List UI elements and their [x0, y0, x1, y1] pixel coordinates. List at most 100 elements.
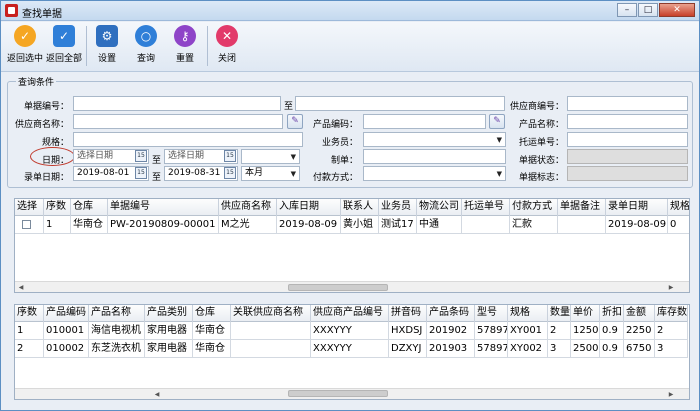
details-table-row[interactable]: 2 010002 东芝洗衣机 家用电器 华南仓 XXXYYY DZXYJ 201903 5789…: [15, 340, 688, 358]
details-table-cell: XY002: [508, 340, 548, 358]
calendar-icon[interactable]: 15: [135, 150, 147, 162]
receipts-column-header[interactable]: 选择: [15, 199, 44, 216]
chevron-down-icon: ▼: [290, 170, 296, 178]
maker-input[interactable]: [363, 149, 506, 164]
receipts-column-header[interactable]: 规格: [668, 199, 689, 216]
calendar-icon[interactable]: 15: [224, 167, 236, 179]
close-button[interactable]: ✕ 关闭: [207, 25, 247, 64]
calendar-icon[interactable]: 15: [135, 167, 147, 179]
entry-date-range-separator: 至: [152, 173, 162, 183]
entry-date-to-picker[interactable]: 2019-08-31 15: [164, 166, 238, 181]
details-column-header[interactable]: 仓库: [193, 305, 231, 322]
receipts-column-header[interactable]: 序数: [44, 199, 71, 216]
details-table-cell: XY001: [508, 322, 548, 340]
details-table-cell: DZXYJ: [389, 340, 427, 358]
details-table-cell: 1250: [571, 322, 600, 340]
date-from-picker[interactable]: 选择日期 15: [73, 149, 149, 164]
shipping-no-input[interactable]: [567, 132, 688, 147]
details-column-header[interactable]: 关联供应商名称: [231, 305, 311, 322]
details-table-cell: XXXYYY: [311, 322, 389, 340]
details-column-header[interactable]: 折扣: [600, 305, 624, 322]
details-column-header[interactable]: 产品编码: [44, 305, 89, 322]
receipts-table-cell: 0: [668, 216, 689, 234]
details-column-header[interactable]: 产品条码: [427, 305, 475, 322]
settings-label: 设置: [97, 54, 116, 64]
details-table-cell: 1: [15, 322, 44, 340]
details-column-header[interactable]: 规格: [508, 305, 548, 322]
close-window-button[interactable]: ✕: [659, 3, 695, 17]
receipts-column-header[interactable]: 单据编号: [108, 199, 219, 216]
product-name-input[interactable]: [567, 114, 688, 129]
receipts-scroll-thumb[interactable]: [288, 284, 388, 291]
receipts-column-header[interactable]: 供应商名称: [219, 199, 277, 216]
row-select-checkbox[interactable]: [22, 220, 31, 229]
details-column-header[interactable]: 产品类别: [145, 305, 193, 322]
supplier-picker-button[interactable]: ✎: [287, 114, 303, 129]
receipts-table-cell: 中通: [417, 216, 462, 234]
receipts-column-header[interactable]: 入库日期: [277, 199, 341, 216]
receipts-table-cell: 2019-08-09: [606, 216, 668, 234]
date-to-placeholder: 选择日期: [168, 151, 205, 161]
date-from-placeholder: 选择日期: [77, 151, 114, 161]
details-column-header[interactable]: 单价: [571, 305, 600, 322]
supplier-no-input[interactable]: [567, 96, 688, 111]
receipt-flag-select[interactable]: [567, 166, 688, 181]
receipt-no-from-input[interactable]: [73, 96, 281, 111]
chevron-down-icon: ▼: [290, 153, 296, 161]
details-column-header[interactable]: 供应商产品编号: [311, 305, 389, 322]
receipts-column-header[interactable]: 录单日期: [606, 199, 668, 216]
details-table-cell: 3: [655, 340, 688, 358]
receipts-column-header[interactable]: 仓库: [71, 199, 108, 216]
receipt-flag-label: 单据标志：: [518, 173, 564, 183]
check-square-icon: ✓: [53, 25, 75, 47]
product-picker-button[interactable]: ✎: [489, 114, 505, 129]
receipts-column-header[interactable]: 托运单号: [462, 199, 510, 216]
receipts-column-header[interactable]: 物流公司: [417, 199, 462, 216]
details-column-header[interactable]: 数量: [548, 305, 571, 322]
receipt-status-select[interactable]: [567, 149, 688, 164]
details-column-header[interactable]: 序数: [15, 305, 44, 322]
scroll-right-icon[interactable]: ▶: [667, 391, 675, 399]
receipts-column-header[interactable]: 单据备注: [558, 199, 606, 216]
details-column-header[interactable]: 库存数: [655, 305, 688, 322]
query-conditions-legend: 查询条件: [16, 75, 57, 88]
scroll-left-icon[interactable]: ◀: [153, 391, 161, 399]
details-column-header[interactable]: 金额: [624, 305, 655, 322]
receipts-table-cell: [558, 216, 606, 234]
details-table-row[interactable]: 1 010001 海信电视机 家用电器 华南仓 XXXYYY HXDSJ 201902 5789…: [15, 322, 688, 340]
details-table-cell: 010001: [44, 322, 89, 340]
receipt-no-to-input[interactable]: [295, 96, 505, 111]
receipts-table-cell: [462, 216, 510, 234]
details-scroll-thumb[interactable]: [288, 390, 388, 397]
query-button[interactable]: ○ 查询: [126, 25, 166, 64]
details-table-cell: 2500: [571, 340, 600, 358]
date-to-picker[interactable]: 选择日期 15: [164, 149, 238, 164]
details-column-header[interactable]: 型号: [475, 305, 508, 322]
entry-date-from-picker[interactable]: 2019-08-01 15: [73, 166, 149, 181]
receipts-column-header[interactable]: 付款方式: [510, 199, 558, 216]
salesperson-select[interactable]: ▼: [363, 132, 506, 147]
payment-method-select[interactable]: ▼: [363, 166, 506, 181]
settings-button[interactable]: ⚙ 设置: [87, 25, 127, 64]
reset-button[interactable]: ⚷ 重置: [165, 25, 205, 64]
product-code-input[interactable]: [363, 114, 486, 129]
details-column-header[interactable]: 产品名称: [89, 305, 145, 322]
spec-input[interactable]: [73, 132, 303, 147]
return-selected-button[interactable]: ✓ 返回选中: [5, 25, 45, 64]
maximize-button[interactable]: □: [638, 3, 658, 17]
entry-date-preset-select[interactable]: 本月 ▼: [241, 166, 300, 181]
details-table-cell: 家用电器: [145, 340, 193, 358]
scroll-left-icon[interactable]: ◀: [17, 284, 25, 292]
details-table-cell: 6750: [624, 340, 655, 358]
supplier-name-input[interactable]: [73, 114, 283, 129]
details-column-header[interactable]: 拼音码: [389, 305, 427, 322]
minimize-button[interactable]: –: [617, 3, 637, 17]
receipts-table-cell: PW-20190809-00001: [108, 216, 219, 234]
return-all-button[interactable]: ✓ 返回全部: [44, 25, 84, 64]
date-preset-select[interactable]: ▼: [241, 149, 300, 164]
scroll-right-icon[interactable]: ▶: [667, 284, 675, 292]
calendar-icon[interactable]: 15: [224, 150, 236, 162]
receipts-table-row[interactable]: 1 华南仓 PW-20190809-00001 M之光 2019-08-09 黄小姐 测试1…: [15, 216, 689, 234]
receipts-column-header[interactable]: 联系人: [341, 199, 379, 216]
receipts-column-header[interactable]: 业务员: [379, 199, 417, 216]
